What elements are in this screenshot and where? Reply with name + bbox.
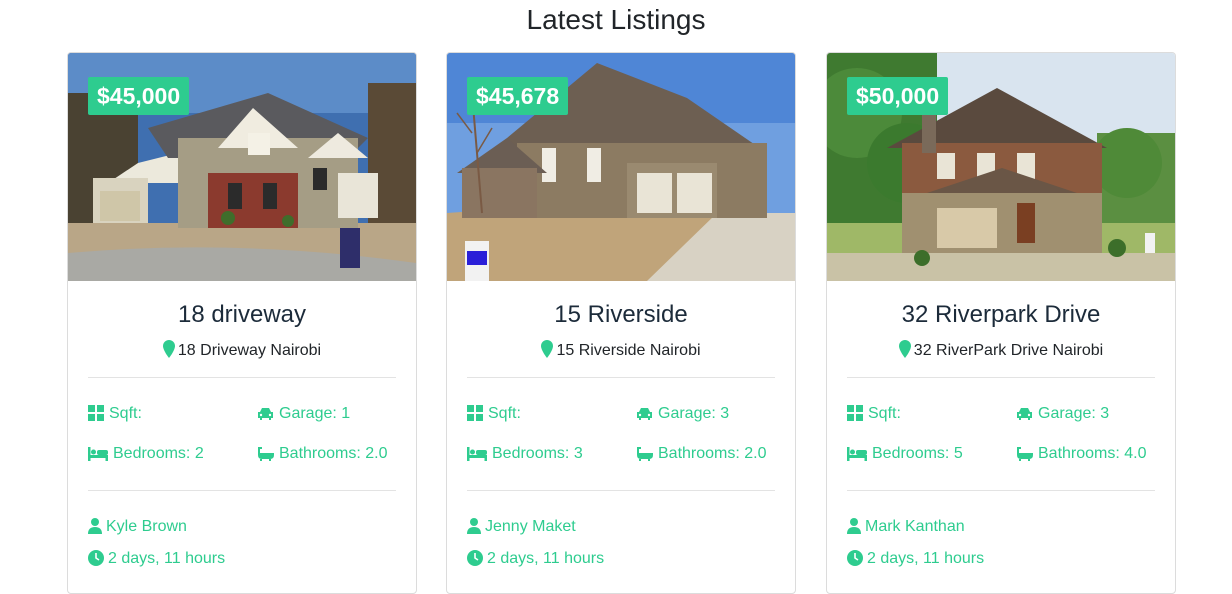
realtor-name: Kyle Brown (106, 518, 187, 535)
map-marker-icon (541, 340, 554, 364)
bedrooms-label: Bedrooms: 5 (872, 445, 963, 462)
car-icon (257, 407, 274, 427)
sqft-label: Sqft: (109, 405, 142, 422)
grid-icon (467, 405, 483, 427)
price-badge: $50,000 (847, 77, 949, 115)
bath-icon (1016, 446, 1033, 467)
garage-label: Garage: 3 (658, 405, 730, 422)
listing-address: 32 RiverPark Drive Nairobi (827, 340, 1175, 364)
car-icon (1016, 407, 1033, 427)
bedrooms-feature: Bedrooms: 5 (847, 444, 963, 467)
listing-photo[interactable]: $50,000 (827, 53, 1175, 281)
bedrooms-feature: Bedrooms: 3 (467, 444, 583, 467)
bedrooms-label: Bedrooms: 3 (492, 445, 583, 462)
bathrooms-label: Bathrooms: 2.0 (279, 445, 388, 462)
bathrooms-feature: Bathrooms: 2.0 (636, 444, 767, 467)
bed-icon (847, 447, 867, 467)
address-text: 18 Driveway Nairobi (177, 342, 322, 359)
listing-address: 15 Riverside Nairobi (447, 340, 795, 364)
bedrooms-feature: Bedrooms: 2 (88, 444, 204, 467)
divider (88, 377, 396, 378)
divider (467, 490, 775, 491)
map-marker-icon (162, 340, 175, 364)
bed-icon (88, 447, 108, 467)
sqft-label: Sqft: (488, 405, 521, 422)
realtor: Mark Kanthan (847, 517, 965, 540)
divider (467, 377, 775, 378)
address-text: 32 RiverPark Drive Nairobi (913, 342, 1104, 359)
address-text: 15 Riverside Nairobi (556, 342, 701, 359)
bed-icon (467, 447, 487, 467)
listing-photo[interactable]: $45,678 (447, 53, 795, 281)
listed-time-text: 2 days, 11 hours (867, 550, 985, 567)
price-badge: $45,678 (467, 77, 569, 115)
clock-icon (467, 550, 483, 572)
garage-label: Garage: 3 (1038, 405, 1110, 422)
map-marker-icon (898, 340, 911, 364)
realtor-name: Jenny Maket (485, 518, 576, 535)
car-icon (636, 407, 653, 427)
garage-label: Garage: 1 (279, 405, 351, 422)
sqft-label: Sqft: (868, 405, 901, 422)
divider (88, 490, 396, 491)
bedrooms-label: Bedrooms: 2 (113, 445, 204, 462)
listing-address: 18 Driveway Nairobi (68, 340, 416, 364)
listing-title[interactable]: 18 driveway (68, 300, 416, 330)
bathrooms-label: Bathrooms: 2.0 (658, 445, 767, 462)
divider (847, 490, 1155, 491)
grid-icon (88, 405, 104, 427)
user-icon (847, 518, 861, 540)
bathrooms-feature: Bathrooms: 4.0 (1016, 444, 1147, 467)
bathrooms-label: Bathrooms: 4.0 (1038, 445, 1147, 462)
user-icon (88, 518, 102, 540)
divider (847, 377, 1155, 378)
realtor: Jenny Maket (467, 517, 576, 540)
listing-card[interactable]: $50,000 32 Riverpark Drive 32 RiverPark … (826, 52, 1176, 594)
price-badge: $45,000 (88, 77, 190, 115)
realtor: Kyle Brown (88, 517, 187, 540)
page-title: Latest Listings (526, 4, 706, 35)
bathrooms-feature: Bathrooms: 2.0 (257, 444, 388, 467)
clock-icon (88, 550, 104, 572)
sqft-feature: Sqft: (847, 404, 901, 427)
sqft-feature: Sqft: (88, 404, 142, 427)
garage-feature: Garage: 3 (636, 404, 729, 427)
realtor-name: Mark Kanthan (865, 518, 965, 535)
clock-icon (847, 550, 863, 572)
bath-icon (636, 446, 653, 467)
listed-time-text: 2 days, 11 hours (487, 550, 605, 567)
listed-time-text: 2 days, 11 hours (108, 550, 226, 567)
garage-feature: Garage: 1 (257, 404, 350, 427)
listing-card[interactable]: $45,678 15 Riverside 15 Riverside Nairob… (446, 52, 796, 594)
sqft-feature: Sqft: (467, 404, 521, 427)
listing-title[interactable]: 32 Riverpark Drive (827, 300, 1175, 330)
garage-feature: Garage: 3 (1016, 404, 1109, 427)
listing-title[interactable]: 15 Riverside (447, 300, 795, 330)
grid-icon (847, 405, 863, 427)
listing-photo[interactable]: $45,000 (68, 53, 416, 281)
bath-icon (257, 446, 274, 467)
user-icon (467, 518, 481, 540)
listing-card[interactable]: $45,000 18 driveway 18 Driveway Nairobi … (67, 52, 417, 594)
